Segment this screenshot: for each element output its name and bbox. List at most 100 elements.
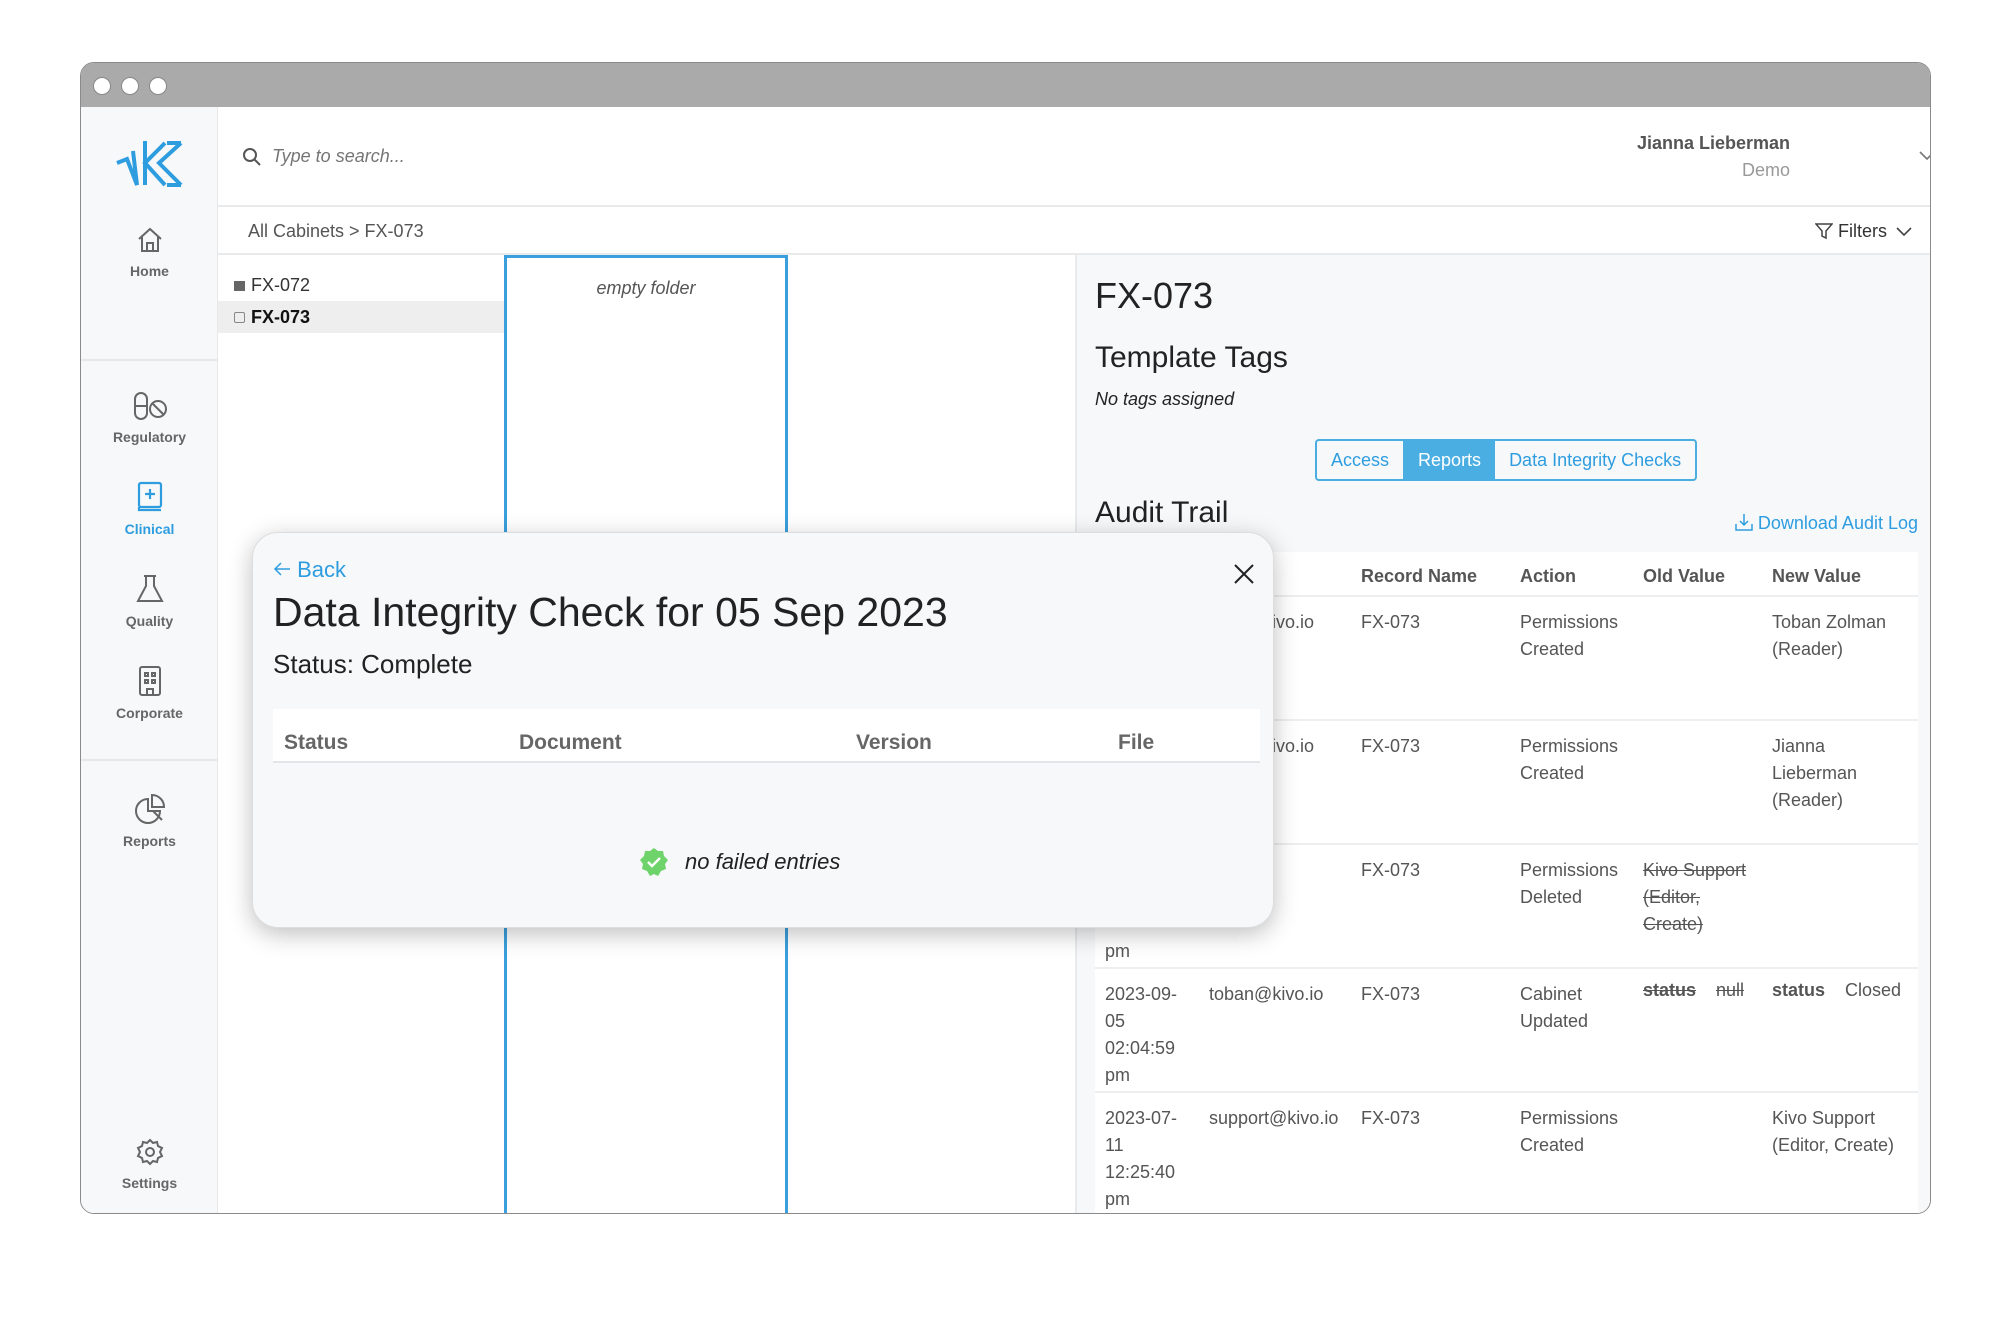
column-header[interactable]: Document — [519, 731, 622, 755]
chevron-down-icon — [1896, 227, 1912, 237]
sidebar-item-label: Quality — [125, 613, 174, 629]
sidebar-item-label: Home — [130, 263, 169, 279]
cabinet-title: FX-073 — [1095, 275, 1214, 316]
filters-label: Filters — [1837, 221, 1887, 241]
sidebar-item-clinical[interactable]: Clinical — [81, 481, 218, 537]
action-cell-line: Cabinet — [1520, 984, 1583, 1004]
column-header[interactable]: Version — [856, 731, 932, 755]
sidebar-item-corporate[interactable]: Corporate — [81, 665, 218, 721]
date-cell-line: 2023-07- — [1105, 1108, 1178, 1128]
download-audit-log-link[interactable]: Download Audit Log — [1735, 513, 1918, 534]
empty-folder-text: empty folder — [596, 278, 696, 298]
column-header[interactable]: Record Name — [1361, 566, 1477, 587]
action-cell-line: Deleted — [1520, 887, 1583, 907]
column-header[interactable]: File — [1118, 731, 1154, 755]
sidebar-item-label: Regulatory — [112, 429, 187, 445]
user-menu[interactable]: Jianna Lieberman Demo — [1637, 133, 1790, 181]
action-cell-line: Created — [1520, 639, 1585, 659]
table-row[interactable]: 2023-09- 05 02:04:59 pm toban@kivo.io FX-073 C… — [1095, 971, 1918, 1093]
user-name: Jianna Lieberman — [1636, 133, 1790, 153]
check-badge-icon — [640, 848, 668, 876]
new-value-cell-line: (Reader) — [1772, 639, 1844, 659]
window-close-button[interactable] — [93, 77, 111, 95]
action-cell-line: Permissions — [1520, 736, 1619, 756]
record-name-cell[interactable]: FX-073 — [1361, 733, 1420, 760]
sidebar-item-reports[interactable]: Reports — [81, 793, 218, 849]
new-value-cell: Jianna Lieberman (Reader) — [1772, 733, 1857, 814]
new-value-cell-line: (Reader) — [1772, 790, 1844, 810]
search-input[interactable] — [272, 141, 772, 171]
filter-icon — [1814, 223, 1834, 240]
column-header[interactable]: Old Value — [1643, 566, 1725, 587]
action-cell: Permissions Deleted — [1520, 857, 1618, 911]
back-button[interactable]: Back — [273, 557, 346, 583]
breadcrumb-bar: All Cabinets > FX-073 Filters — [218, 209, 1930, 255]
old-value-cell: Kivo Support (Editor, Create) — [1643, 857, 1746, 938]
record-name-cell[interactable]: FX-073 — [1361, 1105, 1420, 1132]
tab-reports[interactable]: Reports — [1404, 441, 1496, 479]
sidebar-item-quality[interactable]: Quality — [81, 573, 218, 629]
new-value-cell-line: Lieberman — [1772, 763, 1858, 783]
chevron-down-icon[interactable] — [1919, 151, 1931, 161]
record-name-cell[interactable]: FX-073 — [1361, 857, 1420, 884]
sidebar-item-settings[interactable]: Settings — [81, 1137, 218, 1191]
no-failed-entries-text: no failed entries — [685, 849, 841, 874]
new-value-cell: Toban Zolman (Reader) — [1772, 609, 1886, 663]
tab-data-integrity-checks[interactable]: Data Integrity Checks — [1495, 441, 1695, 479]
divider — [81, 759, 218, 761]
new-value-cell-line: Jianna — [1772, 736, 1826, 756]
column-header[interactable]: New Value — [1772, 566, 1861, 587]
sidebar-item-regulatory[interactable]: Regulatory — [81, 391, 218, 445]
date-cell-line: 11 — [1105, 1135, 1124, 1155]
action-cell-line: Updated — [1520, 1011, 1589, 1031]
audit-trail-heading: Audit Trail — [1095, 496, 1229, 529]
user-org: Demo — [1741, 160, 1790, 180]
top-header: Jianna Lieberman Demo ? — [218, 107, 1931, 207]
column-header[interactable]: Action — [1520, 566, 1576, 587]
old-value-cell: status null — [1643, 977, 1744, 1004]
home-icon — [137, 227, 162, 252]
close-icon[interactable] — [1233, 563, 1255, 585]
window-zoom-button[interactable] — [149, 77, 167, 95]
filters-button[interactable]: Filters — [1814, 221, 1912, 242]
record-name-cell[interactable]: FX-073 — [1361, 981, 1420, 1008]
modal-title: Data Integrity Check for 05 Sep 2023 — [273, 589, 948, 635]
tree-item-fx-072[interactable]: FX-072 — [218, 269, 504, 301]
data-integrity-modal: Back Data Integrity Check for 05 Sep 202… — [252, 532, 1274, 928]
date-cell-line: 2023-09- — [1105, 984, 1178, 1004]
record-name-cell[interactable]: FX-073 — [1361, 609, 1420, 636]
date-cell-line: 02:04:59 — [1105, 1038, 1176, 1058]
pie-chart-icon — [134, 793, 165, 824]
pills-icon — [133, 392, 167, 420]
download-label: Download Audit Log — [1757, 513, 1918, 533]
field-value: null — [1716, 980, 1745, 1000]
detail-tabs: Access Reports Data Integrity Checks — [1315, 439, 1698, 481]
new-value-cell: Kivo Support (Editor, Create) — [1772, 1105, 1894, 1159]
new-value-cell-line: (Editor, Create) — [1772, 1135, 1895, 1155]
table-row[interactable]: 2023-07- 11 12:25:40 pm support@kivo.io FX-07… — [1095, 1095, 1918, 1213]
column-header[interactable]: Status — [284, 731, 348, 755]
flask-icon — [135, 575, 164, 602]
tree-item-fx-073[interactable]: FX-073 — [218, 301, 504, 333]
tab-access[interactable]: Access — [1317, 441, 1405, 479]
action-cell-line: Permissions — [1520, 860, 1619, 880]
sidebar-item-label: Settings — [121, 1175, 178, 1191]
new-value-cell: status Closed — [1772, 977, 1901, 1004]
date-cell-line: pm — [1105, 1065, 1131, 1085]
date-cell: 2023-07- 11 12:25:40 pm — [1105, 1105, 1177, 1213]
action-cell-line: Permissions — [1520, 1108, 1619, 1128]
new-value-cell-line: Toban Zolman — [1772, 612, 1887, 632]
modal-status: Status: Complete — [273, 649, 473, 679]
window-minimize-button[interactable] — [121, 77, 139, 95]
download-icon — [1735, 514, 1753, 531]
sidebar: Home Regulatory Clinical Quality Corpora… — [81, 107, 218, 1213]
kivo-logo[interactable] — [115, 139, 185, 189]
old-value-cell-line: (Editor, — [1643, 887, 1701, 907]
breadcrumb[interactable]: All Cabinets > FX-073 — [248, 221, 424, 242]
date-cell-line: pm — [1105, 941, 1131, 961]
modal-table-header: Status Document Version File — [273, 709, 1260, 763]
cabinet-icon — [234, 312, 245, 323]
search-icon — [243, 148, 261, 166]
archive-icon — [234, 281, 245, 291]
sidebar-item-home[interactable]: Home — [81, 225, 218, 279]
